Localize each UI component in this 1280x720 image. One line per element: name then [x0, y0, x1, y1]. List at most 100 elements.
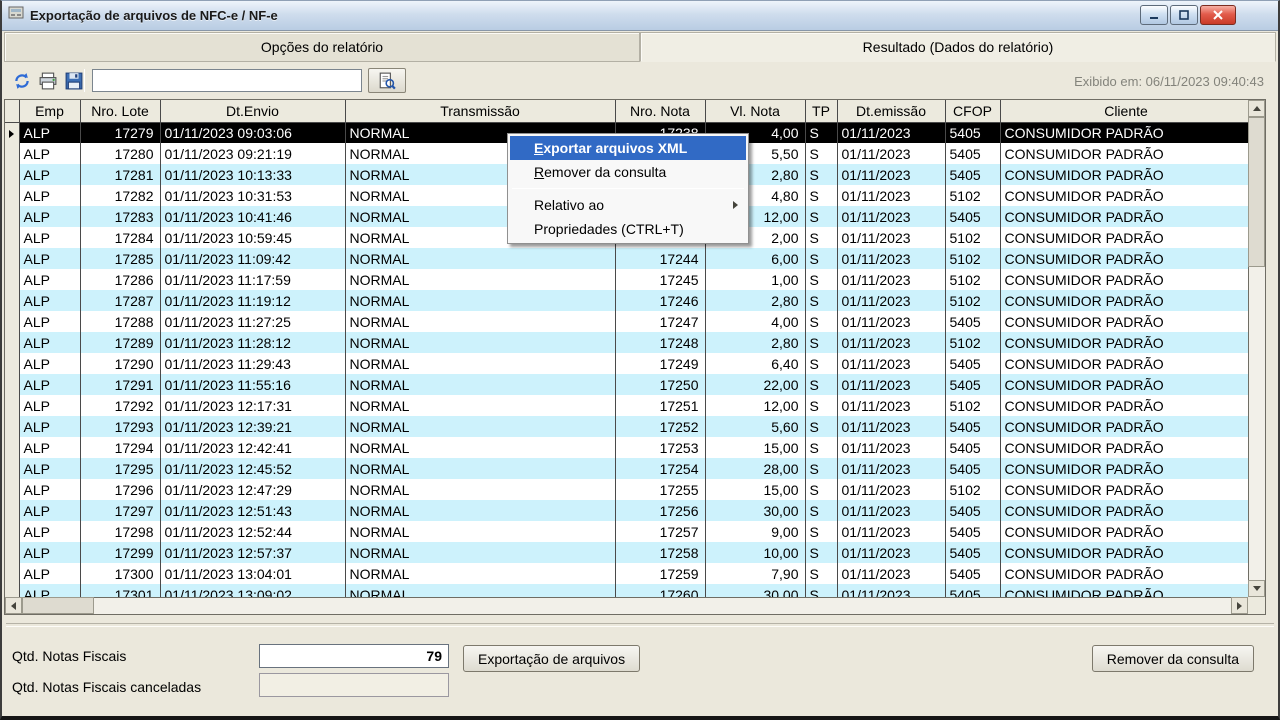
column-header-tp[interactable]: TP: [805, 100, 837, 122]
column-header-emp[interactable]: Emp: [19, 100, 80, 122]
cell-nro-lote: 17286: [80, 269, 160, 290]
column-header-dt-emiss-o[interactable]: Dt.emissão: [837, 100, 945, 122]
cell-vl-nota: 2,80: [705, 332, 805, 353]
cell-nro-nota: 17245: [615, 269, 705, 290]
table-row[interactable]: ALP1729701/11/2023 12:51:43NORMAL1725630…: [5, 500, 1248, 521]
table-row[interactable]: ALP1728701/11/2023 11:19:12NORMAL172462,…: [5, 290, 1248, 311]
column-header-cfop[interactable]: CFOP: [945, 100, 1000, 122]
window-title: Exportação de arquivos de NFC-e / NF-e: [30, 8, 278, 23]
table-row[interactable]: ALP1729101/11/2023 11:55:16NORMAL1725022…: [5, 374, 1248, 395]
qtd-notas-canceladas-field[interactable]: [259, 673, 449, 697]
table-row[interactable]: ALP1729801/11/2023 12:52:44NORMAL172579,…: [5, 521, 1248, 542]
cell-tp: S: [805, 416, 837, 437]
vertical-scrollbar[interactable]: [1248, 100, 1265, 597]
print-button[interactable]: [36, 69, 60, 93]
menu-item-propriedades-ctrl-t[interactable]: Propriedades (CTRL+T): [510, 217, 746, 241]
cell-cfop: 5405: [945, 374, 1000, 395]
cell-dt-envio: 01/11/2023 11:55:16: [160, 374, 345, 395]
table-row[interactable]: ALP1730101/11/2023 13:09:02NORMAL1726030…: [5, 584, 1248, 597]
cell-nro-lote: 17282: [80, 185, 160, 206]
cell-dt-emiss-o: 01/11/2023: [837, 500, 945, 521]
tab-resultado-dados-do-relatorio[interactable]: Resultado (Dados do relatório): [640, 32, 1276, 62]
cell-cliente: CONSUMIDOR PADRÃO: [1000, 122, 1248, 143]
scroll-up-button[interactable]: [1248, 100, 1265, 117]
table-row[interactable]: ALP1729501/11/2023 12:45:52NORMAL1725428…: [5, 458, 1248, 479]
table-row[interactable]: ALP1729901/11/2023 12:57:37NORMAL1725810…: [5, 542, 1248, 563]
cell-nro-nota: 17256: [615, 500, 705, 521]
cell-tp: S: [805, 521, 837, 542]
column-header-cliente[interactable]: Cliente: [1000, 100, 1248, 122]
menu-item-remover-da-consulta[interactable]: Remover da consulta: [510, 160, 746, 184]
table-row[interactable]: ALP1729001/11/2023 11:29:43NORMAL172496,…: [5, 353, 1248, 374]
cell-emp: ALP: [19, 521, 80, 542]
table-row[interactable]: ALP1728901/11/2023 11:28:12NORMAL172482,…: [5, 332, 1248, 353]
cell-dt-envio: 01/11/2023 11:28:12: [160, 332, 345, 353]
cell-dt-envio: 01/11/2023 09:03:06: [160, 122, 345, 143]
column-header-nro-lote[interactable]: Nro. Lote: [80, 100, 160, 122]
tab-opcoes-do-relatorio[interactable]: Opções do relatório: [4, 32, 640, 62]
cell-cliente: CONSUMIDOR PADRÃO: [1000, 500, 1248, 521]
row-indicator: [5, 269, 19, 290]
cell-dt-emiss-o: 01/11/2023: [837, 269, 945, 290]
table-row[interactable]: ALP1729301/11/2023 12:39:21NORMAL172525,…: [5, 416, 1248, 437]
cell-tp: S: [805, 395, 837, 416]
table-row[interactable]: ALP1728601/11/2023 11:17:59NORMAL172451,…: [5, 269, 1248, 290]
cell-emp: ALP: [19, 332, 80, 353]
cell-transmiss-o: NORMAL: [345, 563, 615, 584]
column-header-vl-nota[interactable]: Vl. Nota: [705, 100, 805, 122]
qtd-notas-field[interactable]: [259, 644, 449, 668]
table-row[interactable]: ALP1729401/11/2023 12:42:41NORMAL1725315…: [5, 437, 1248, 458]
tabstrip: Opções do relatório Resultado (Dados do …: [4, 32, 1276, 62]
cell-dt-emiss-o: 01/11/2023: [837, 458, 945, 479]
cell-transmiss-o: NORMAL: [345, 416, 615, 437]
maximize-button[interactable]: [1170, 5, 1198, 25]
cell-cfop: 5405: [945, 521, 1000, 542]
maximize-icon: [1178, 9, 1190, 21]
cell-cliente: CONSUMIDOR PADRÃO: [1000, 143, 1248, 164]
table-row[interactable]: ALP1729601/11/2023 12:47:29NORMAL1725515…: [5, 479, 1248, 500]
table-row[interactable]: ALP1730001/11/2023 13:04:01NORMAL172597,…: [5, 563, 1248, 584]
column-header-nro-nota[interactable]: Nro. Nota: [615, 100, 705, 122]
horizontal-scroll-thumb[interactable]: [22, 597, 94, 614]
cell-nro-lote: 17299: [80, 542, 160, 563]
close-button[interactable]: [1200, 5, 1236, 25]
cell-dt-envio: 01/11/2023 12:42:41: [160, 437, 345, 458]
cell-emp: ALP: [19, 185, 80, 206]
scroll-right-button[interactable]: [1231, 597, 1248, 614]
app-window: Exportação de arquivos de NFC-e / NF-e O…: [0, 0, 1280, 720]
app-icon: [8, 5, 24, 26]
displayed-at-text: Exibido em: 06/11/2023 09:40:43: [1074, 74, 1264, 89]
submenu-arrow-icon: [733, 201, 738, 209]
table-row[interactable]: ALP1728801/11/2023 11:27:25NORMAL172474,…: [5, 311, 1248, 332]
cell-vl-nota: 9,00: [705, 521, 805, 542]
cell-cfop: 5405: [945, 164, 1000, 185]
cell-emp: ALP: [19, 458, 80, 479]
table-row[interactable]: ALP1728501/11/2023 11:09:42NORMAL172446,…: [5, 248, 1248, 269]
refresh-button[interactable]: [10, 69, 34, 93]
cell-tp: S: [805, 164, 837, 185]
cell-vl-nota: 15,00: [705, 437, 805, 458]
column-header-transmiss-o[interactable]: Transmissão: [345, 100, 615, 122]
menu-item-exportar-arquivos-xml[interactable]: Exportar arquivos XML: [510, 136, 746, 160]
vertical-scroll-thumb[interactable]: [1248, 117, 1265, 267]
scroll-down-button[interactable]: [1248, 580, 1265, 597]
caption-buttons: [1140, 5, 1236, 25]
table-row[interactable]: ALP1729201/11/2023 12:17:31NORMAL1725112…: [5, 395, 1248, 416]
exportacao-de-arquivos-button[interactable]: Exportação de arquivos: [463, 645, 640, 672]
cell-vl-nota: 4,00: [705, 311, 805, 332]
scroll-left-button[interactable]: [5, 597, 22, 614]
cell-cfop: 5405: [945, 458, 1000, 479]
horizontal-scrollbar[interactable]: [5, 597, 1248, 614]
column-header-dt-envio[interactable]: Dt.Envio: [160, 100, 345, 122]
cell-dt-envio: 01/11/2023 11:19:12: [160, 290, 345, 311]
minimize-button[interactable]: [1140, 5, 1168, 25]
cell-emp: ALP: [19, 164, 80, 185]
cell-nro-lote: 17291: [80, 374, 160, 395]
remover-da-consulta-button[interactable]: Remover da consulta: [1092, 645, 1254, 672]
cell-tp: S: [805, 437, 837, 458]
save-button[interactable]: [62, 69, 86, 93]
menu-item-relativo-ao[interactable]: Relativo ao: [510, 193, 746, 217]
preview-button[interactable]: [368, 68, 406, 93]
cell-dt-envio: 01/11/2023 13:04:01: [160, 563, 345, 584]
filter-input[interactable]: [92, 69, 362, 92]
